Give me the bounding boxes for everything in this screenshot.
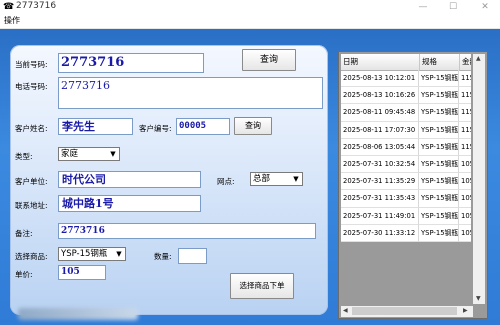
title-bar: ☎ 2773716 — ☐ ✕	[0, 0, 500, 14]
row-spec[interactable]: YSP-15钢瓶	[419, 104, 459, 122]
chevron-down-icon: ▼	[293, 175, 299, 183]
query-button[interactable]: 查询	[242, 49, 296, 71]
customer-id-label: 客户编号:	[139, 124, 172, 133]
row-amount[interactable]: 105	[459, 208, 471, 225]
order-form-panel: 当前号码: 2773716 查询 电话号码: 2773716 客户姓名: 李先生…	[10, 45, 328, 320]
row-amount[interactable]: 105	[459, 225, 471, 242]
type-label: 类型:	[15, 152, 33, 161]
column-header-spec[interactable]: 规格	[419, 54, 462, 71]
outlet-label: 网点:	[217, 177, 235, 186]
row-amount[interactable]: 115	[459, 139, 471, 156]
row-amount[interactable]: 115	[459, 87, 471, 105]
row-date[interactable]: 2025-07-31 10:32:54	[341, 156, 419, 174]
note-label: 备注:	[15, 229, 33, 238]
row-spec[interactable]: YSP-15钢瓶	[419, 121, 459, 139]
order-history-grid: 日期 规格 金额 2025-08-13 10:12:01YSP-15钢瓶1152…	[338, 51, 488, 319]
row-date[interactable]: 2025-07-31 11:35:43	[341, 190, 419, 208]
row-date[interactable]: 2025-07-31 11:49:01	[341, 207, 419, 225]
row-date[interactable]: 2025-07-30 11:33:12	[341, 224, 419, 242]
column-header-date[interactable]: 日期	[341, 54, 421, 71]
row-spec[interactable]: YSP-15钢瓶	[419, 138, 459, 156]
current-number-field[interactable]: 2773716	[58, 53, 204, 73]
row-spec[interactable]: YSP-15钢瓶	[419, 70, 459, 88]
type-select[interactable]: 家庭 ▼	[58, 147, 120, 161]
customer-unit-label: 客户单位:	[15, 177, 48, 186]
row-spec[interactable]: YSP-15钢瓶	[419, 224, 459, 242]
row-date[interactable]: 2025-08-06 13:05:44	[341, 138, 419, 156]
query-customer-button[interactable]: 查询	[234, 117, 272, 135]
address-label: 联系地址:	[15, 201, 48, 210]
row-amount[interactable]: 105	[459, 173, 471, 191]
menu-bar: 操作	[0, 14, 500, 29]
window-title: 2773716	[16, 1, 57, 11]
phone-numbers-label: 电话号码:	[15, 82, 48, 91]
row-spec[interactable]: YSP-15钢瓶	[419, 156, 459, 174]
scroll-right-icon[interactable]: ▶	[463, 307, 468, 314]
vertical-scrollbar[interactable]: ▲ ▼	[473, 54, 485, 304]
customer-id-field[interactable]: 00005	[176, 118, 230, 135]
maximize-button[interactable]: ☐	[442, 0, 464, 14]
row-amount[interactable]: 115	[459, 70, 471, 88]
horizontal-scroll-thumb[interactable]	[352, 307, 457, 315]
price-field[interactable]: 105	[58, 265, 106, 280]
product-select-value: YSP-15钢瓶	[61, 249, 108, 259]
row-amount[interactable]: 115	[459, 122, 471, 139]
price-label: 单价:	[15, 270, 33, 279]
phone-numbers-field[interactable]: 2773716	[58, 77, 323, 109]
place-order-button[interactable]: 选择商品下单	[230, 273, 294, 299]
row-spec[interactable]: YSP-15钢瓶	[419, 207, 459, 225]
product-select[interactable]: YSP-15钢瓶 ▼	[58, 247, 126, 261]
row-amount[interactable]: 105	[459, 156, 471, 174]
current-number-label: 当前号码:	[15, 60, 48, 69]
close-button[interactable]: ✕	[474, 0, 496, 14]
quantity-label: 数量:	[154, 252, 172, 261]
client-area: 当前号码: 2773716 查询 电话号码: 2773716 客户姓名: 李先生…	[0, 29, 500, 325]
outlet-select[interactable]: 总部 ▼	[250, 172, 303, 186]
horizontal-scrollbar[interactable]: ◀ ▶	[341, 306, 473, 317]
scroll-left-icon[interactable]: ◀	[343, 307, 348, 314]
product-label: 选择商品:	[15, 252, 48, 261]
row-date[interactable]: 2025-07-31 11:35:29	[341, 173, 419, 191]
chevron-down-icon: ▼	[116, 250, 122, 258]
phone-icon: ☎	[3, 2, 15, 12]
row-date[interactable]: 2025-08-11 17:07:30	[341, 121, 419, 139]
address-field[interactable]: 城中路1号	[58, 195, 201, 212]
menu-operations[interactable]: 操作	[4, 15, 20, 26]
scroll-up-icon[interactable]: ▲	[476, 55, 481, 62]
customer-unit-field[interactable]: 时代公司	[58, 171, 201, 188]
row-date[interactable]: 2025-08-11 09:45:48	[341, 104, 419, 122]
row-date[interactable]: 2025-08-13 10:12:01	[341, 70, 419, 88]
row-amount[interactable]: 115	[459, 104, 471, 122]
redacted-text	[18, 308, 138, 320]
quantity-field[interactable]	[178, 248, 207, 264]
outlet-select-value: 总部	[253, 174, 271, 184]
row-amount[interactable]: 105	[459, 190, 471, 208]
customer-name-label: 客户姓名:	[15, 124, 48, 133]
type-select-value: 家庭	[61, 149, 79, 159]
grid-body: 日期 规格 金额 2025-08-13 10:12:01YSP-15钢瓶1152…	[341, 54, 471, 242]
row-date[interactable]: 2025-08-13 10:16:26	[341, 87, 419, 105]
note-field[interactable]: 2773716	[58, 223, 316, 239]
customer-name-field[interactable]: 李先生	[58, 118, 133, 135]
scroll-down-icon[interactable]: ▼	[476, 295, 481, 302]
row-spec[interactable]: YSP-15钢瓶	[419, 87, 459, 105]
minimize-button[interactable]: —	[412, 0, 434, 14]
column-header-amount[interactable]: 金额	[459, 54, 471, 71]
chevron-down-icon: ▼	[110, 150, 116, 158]
row-spec[interactable]: YSP-15钢瓶	[419, 173, 459, 191]
row-spec[interactable]: YSP-15钢瓶	[419, 190, 459, 208]
